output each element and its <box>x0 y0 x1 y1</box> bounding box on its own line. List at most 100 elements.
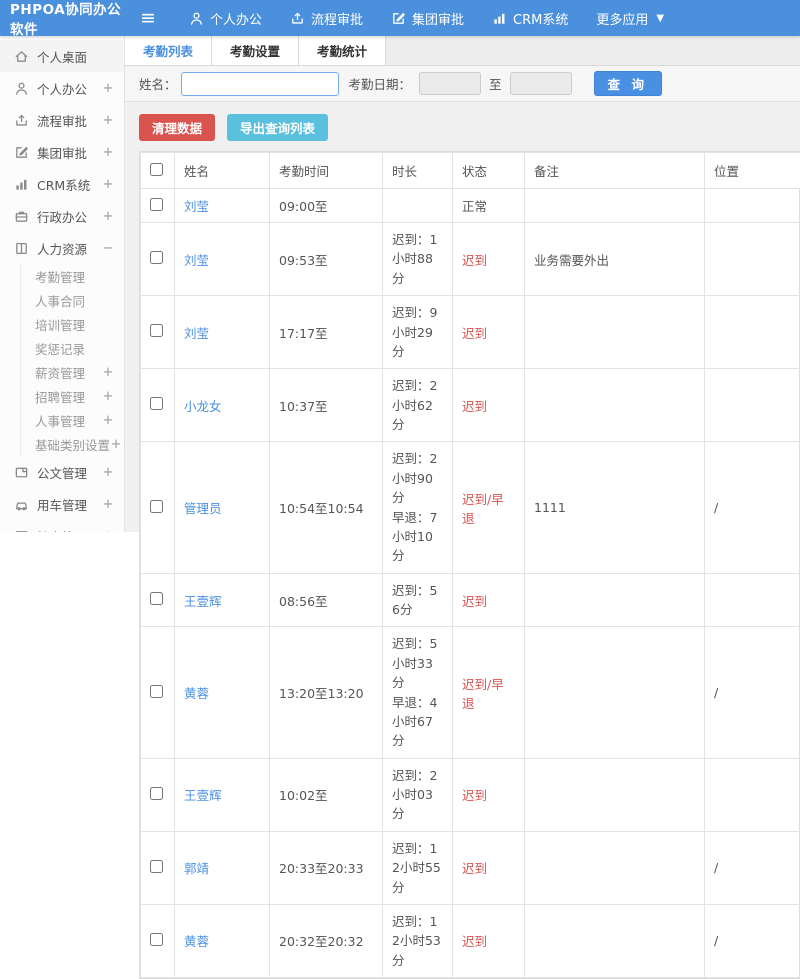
nav-item-3[interactable]: 集团审批 <box>391 9 464 28</box>
name-link[interactable]: 小龙女 <box>184 399 222 414</box>
app-brand: PHPOA协同办公软件 <box>0 0 125 38</box>
column-header: 姓名 <box>175 153 270 189</box>
sidebar-item-1[interactable]: 个人桌面 <box>0 40 124 72</box>
row-checkbox[interactable] <box>150 860 163 873</box>
table-row-10: 黄蓉20:32至20:32迟到：12小时53分迟到/ <box>141 904 800 977</box>
name-label: 姓名： <box>139 74 177 93</box>
nav-item-1[interactable]: 个人办公 <box>189 9 262 28</box>
header-checkbox-cell <box>141 153 175 189</box>
hamburger-icon[interactable]: ≡ <box>125 7 171 29</box>
name-link[interactable]: 黄蓉 <box>184 686 209 701</box>
sidebar-subitem-label: 奖惩记录 <box>35 339 102 358</box>
name-link[interactable]: 黄蓉 <box>184 934 209 949</box>
export-list-button[interactable]: 导出查询列表 <box>227 114 328 141</box>
table-row-2: 刘莹09:53至迟到：1小时88分迟到业务需要外出 <box>141 223 800 296</box>
expander-icon: + <box>102 145 114 160</box>
name-link[interactable]: 刘莹 <box>184 253 209 268</box>
duration-cell: 迟到：9小时29分 <box>383 296 453 369</box>
name-input[interactable] <box>181 72 339 96</box>
row-checkbox[interactable] <box>150 592 163 605</box>
sidebar-item-8[interactable]: 公文管理+ <box>0 456 124 488</box>
row-checkbox-cell <box>141 223 175 296</box>
select-all-checkbox[interactable] <box>150 163 163 176</box>
name-link[interactable]: 刘莹 <box>184 199 209 214</box>
date-from-input[interactable] <box>419 72 481 95</box>
status-cell: 迟到 <box>453 831 525 904</box>
expander-icon: + <box>102 529 114 533</box>
sidebar-item-3[interactable]: 流程审批+ <box>0 104 124 136</box>
name-link[interactable]: 管理员 <box>184 501 222 516</box>
name-link[interactable]: 王壹辉 <box>184 594 222 609</box>
sidebar-subitem-1[interactable]: 考勤管理 <box>21 264 124 288</box>
tab-bar: 考勤列表考勤设置考勤统计 <box>125 36 800 66</box>
topbar: PHPOA协同办公软件 ≡ 个人办公 流程审批 集团审批 CRM系统 更多应用▼ <box>0 0 800 36</box>
sidebar-item-4[interactable]: 集团审批+ <box>0 136 124 168</box>
nav-item-2[interactable]: 流程审批 <box>290 9 363 28</box>
expander-icon: + <box>102 113 114 128</box>
sidebar-subitem-3[interactable]: 培训管理 <box>21 312 124 336</box>
expander-icon: + <box>110 437 122 452</box>
location-cell <box>705 189 800 223</box>
expander-icon: + <box>102 81 114 96</box>
name-link[interactable]: 刘莹 <box>184 326 209 341</box>
sidebar-item-7[interactable]: 人力资源− <box>0 232 124 264</box>
time-cell: 10:54至10:54 <box>270 442 383 573</box>
status-cell: 迟到 <box>453 296 525 369</box>
sidebar-subitem-7[interactable]: 人事管理+ <box>21 408 124 432</box>
time-cell: 17:17至 <box>270 296 383 369</box>
expander-icon: + <box>102 177 114 192</box>
table-row-6: 王壹辉08:56至迟到：56分迟到 <box>141 573 800 627</box>
name-cell: 刘莹 <box>175 189 270 223</box>
row-checkbox[interactable] <box>150 787 163 800</box>
tab-3[interactable]: 考勤统计 <box>299 36 386 65</box>
row-checkbox-cell <box>141 627 175 758</box>
date-to-input[interactable] <box>510 72 572 95</box>
column-header: 位置 <box>705 153 800 189</box>
car-icon <box>14 497 29 512</box>
nav-item-4[interactable]: CRM系统 <box>492 9 568 28</box>
sidebar-subitem-4[interactable]: 奖惩记录 <box>21 336 124 360</box>
duration-cell: 迟到：56分 <box>383 573 453 627</box>
row-checkbox[interactable] <box>150 933 163 946</box>
document-icon <box>14 465 29 480</box>
main-panel: 考勤列表考勤设置考勤统计 姓名： 考勤日期： 至 查 询 清理数据 导出查询列表 <box>125 36 800 532</box>
table-row-1: 刘莹09:00至正常 <box>141 189 800 223</box>
row-checkbox[interactable] <box>150 198 163 211</box>
row-checkbox[interactable] <box>150 500 163 513</box>
sidebar-item-label: 用车管理 <box>37 495 102 514</box>
duration-cell: 迟到：12小时53分 <box>383 904 453 977</box>
time-cell: 09:00至 <box>270 189 383 223</box>
row-checkbox-cell <box>141 831 175 904</box>
sidebar-subitem-2[interactable]: 人事合同 <box>21 288 124 312</box>
location-cell: / <box>705 442 800 573</box>
sidebar-item-6[interactable]: 行政办公+ <box>0 200 124 232</box>
row-checkbox[interactable] <box>150 397 163 410</box>
remark-cell <box>525 831 705 904</box>
search-button[interactable]: 查 询 <box>594 71 662 96</box>
tab-2[interactable]: 考勤设置 <box>212 36 299 65</box>
row-checkbox[interactable] <box>150 324 163 337</box>
to-label: 至 <box>489 74 502 93</box>
name-link[interactable]: 王壹辉 <box>184 788 222 803</box>
flow-approve-icon <box>14 113 29 128</box>
name-cell: 刘莹 <box>175 223 270 296</box>
tab-1[interactable]: 考勤列表 <box>125 36 212 65</box>
row-checkbox-cell <box>141 369 175 442</box>
location-cell: / <box>705 904 800 977</box>
sidebar-subitem-5[interactable]: 薪资管理+ <box>21 360 124 384</box>
name-link[interactable]: 郭靖 <box>184 861 209 876</box>
remark-cell <box>525 904 705 977</box>
nav-item-5[interactable]: 更多应用▼ <box>596 9 664 28</box>
sidebar-subitem-label: 考勤管理 <box>35 267 102 286</box>
sidebar-subitem-label: 基础类别设置 <box>35 435 110 454</box>
row-checkbox[interactable] <box>150 685 163 698</box>
sidebar-item-10[interactable]: 档案管理+ <box>0 520 124 532</box>
row-checkbox[interactable] <box>150 251 163 264</box>
sidebar-item-5[interactable]: CRM系统+ <box>0 168 124 200</box>
sidebar-subitem-8[interactable]: 基础类别设置+ <box>21 432 124 456</box>
sidebar-item-9[interactable]: 用车管理+ <box>0 488 124 520</box>
clear-data-button[interactable]: 清理数据 <box>139 114 215 141</box>
sidebar-item-2[interactable]: 个人办公+ <box>0 72 124 104</box>
sidebar-item-label: 公文管理 <box>37 463 102 482</box>
sidebar-subitem-6[interactable]: 招聘管理+ <box>21 384 124 408</box>
